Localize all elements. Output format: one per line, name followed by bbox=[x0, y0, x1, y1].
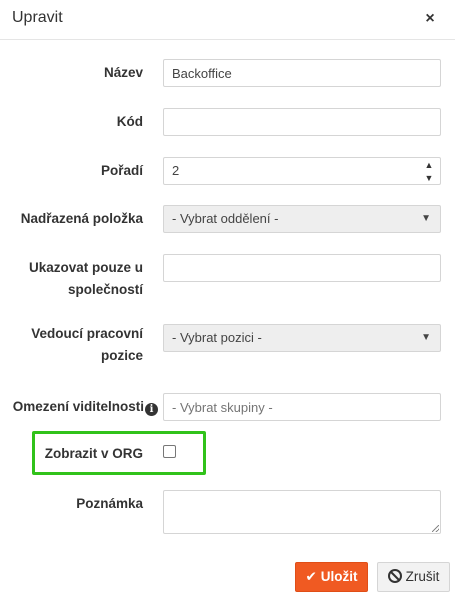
check-icon: ✔ bbox=[305, 569, 317, 584]
company-label: Ukazovat pouze u společností bbox=[0, 257, 143, 301]
show-org-label: Zobrazit v ORG bbox=[44, 446, 143, 461]
code-input[interactable] bbox=[163, 108, 441, 136]
name-input[interactable] bbox=[163, 59, 441, 87]
show-org-checkbox[interactable] bbox=[163, 445, 176, 458]
edit-dialog: Upravit × Název Kód Pořadí 2 ▲ ▼ Nadřaze… bbox=[0, 0, 455, 596]
company-input[interactable] bbox=[163, 254, 441, 282]
order-number-input[interactable]: 2 ▲ ▼ bbox=[163, 157, 441, 185]
parent-label: Nadřazená položka bbox=[20, 211, 143, 226]
position-select[interactable]: - Vybrat pozici - ▼ bbox=[163, 324, 441, 352]
caret-down-icon: ▼ bbox=[421, 332, 431, 343]
dialog-title: Upravit bbox=[12, 9, 63, 26]
position-selected-value: - Vybrat pozici - bbox=[172, 330, 262, 345]
close-icon[interactable]: × bbox=[418, 8, 442, 32]
cancel-button-label: Zrušit bbox=[405, 569, 440, 584]
order-label: Pořadí bbox=[100, 163, 143, 178]
caret-down-icon: ▼ bbox=[421, 213, 431, 224]
company-label-line2: společností bbox=[67, 282, 143, 297]
save-button-label: Uložit bbox=[320, 569, 358, 584]
cancel-button[interactable]: Zrušit bbox=[377, 562, 450, 592]
resize-handle[interactable] bbox=[432, 525, 439, 532]
parent-select[interactable]: - Vybrat oddělení - ▼ bbox=[163, 205, 441, 233]
visibility-label: Omezení viditelnosti i bbox=[0, 396, 158, 418]
visibility-label-text: Omezení viditelnosti bbox=[12, 399, 144, 414]
company-label-line1: Ukazovat pouze u bbox=[28, 260, 143, 275]
name-label: Název bbox=[103, 65, 143, 80]
ban-icon bbox=[387, 569, 402, 583]
visibility-input[interactable] bbox=[163, 393, 441, 421]
note-textarea[interactable] bbox=[163, 490, 441, 534]
parent-selected-value: - Vybrat oddělení - bbox=[172, 211, 279, 226]
spin-up-icon[interactable]: ▲ bbox=[422, 159, 436, 171]
position-label: Vedoucí pracovní pozice bbox=[0, 323, 143, 367]
note-label: Poznámka bbox=[76, 496, 143, 511]
code-label: Kód bbox=[116, 114, 143, 129]
position-label-line2: pozice bbox=[100, 348, 143, 363]
dialog-header: Upravit × bbox=[0, 0, 455, 40]
save-button[interactable]: ✔ Uložit bbox=[295, 562, 368, 592]
order-spinner: ▲ ▼ bbox=[416, 158, 440, 184]
position-label-line1: Vedoucí pracovní bbox=[31, 326, 143, 341]
order-value: 2 bbox=[172, 163, 180, 178]
info-icon[interactable]: i bbox=[145, 403, 158, 416]
spin-down-icon[interactable]: ▼ bbox=[422, 172, 436, 184]
